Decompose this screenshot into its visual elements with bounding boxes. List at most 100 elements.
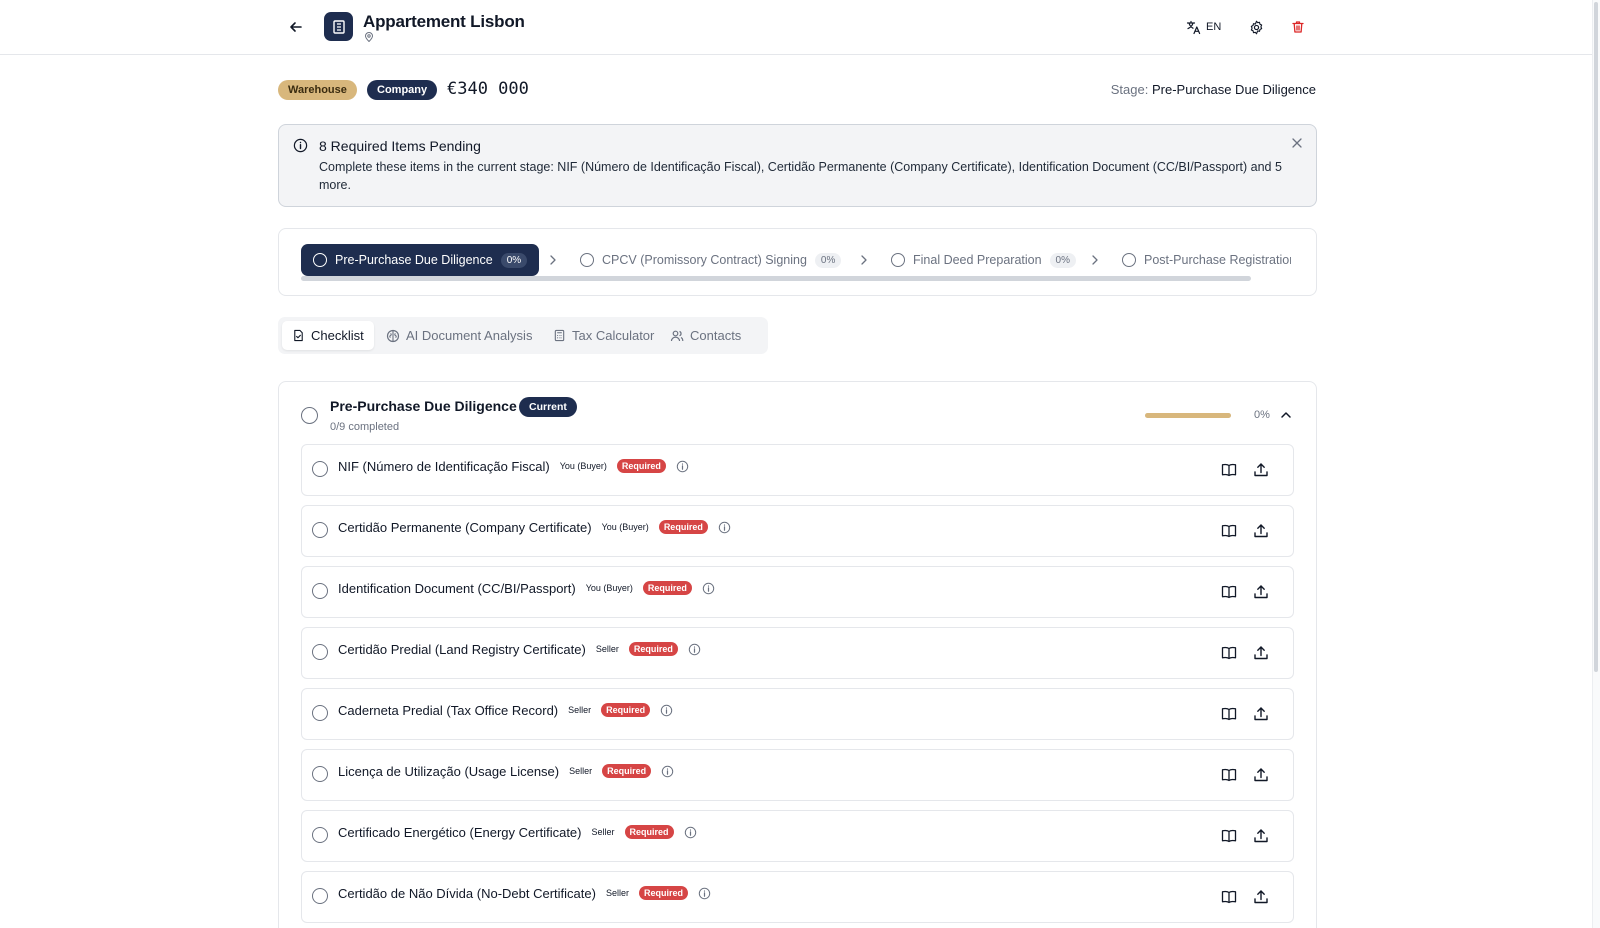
checklist-item: Certidão Permanente (Company Certificate… — [301, 505, 1294, 557]
info-icon[interactable] — [684, 826, 697, 839]
item-checkbox[interactable] — [312, 522, 328, 538]
book-icon[interactable] — [1220, 583, 1238, 601]
info-icon[interactable] — [676, 460, 689, 473]
info-icon[interactable] — [660, 704, 673, 717]
book-icon[interactable] — [1220, 644, 1238, 662]
tab-checklist[interactable]: Checklist — [282, 321, 374, 350]
completed-count: 0/9 completed — [330, 421, 400, 433]
item-title: Certidão Predial (Land Registry Certific… — [338, 641, 586, 657]
tab-tax-calculator[interactable]: Tax Calculator — [543, 321, 664, 350]
checklist-stage-card: Pre-Purchase Due Diligence Current 0/9 c… — [278, 381, 1317, 928]
item-checkbox[interactable] — [312, 583, 328, 599]
required-badge: Required — [658, 520, 708, 534]
delete-button[interactable] — [1288, 17, 1308, 37]
required-badge: Required — [642, 581, 692, 595]
stage-status-icon — [580, 253, 594, 267]
item-checkbox[interactable] — [312, 461, 328, 477]
upload-icon[interactable] — [1252, 461, 1270, 479]
book-icon[interactable] — [1220, 888, 1238, 906]
checklist-item: Certificado Energético (Energy Certifica… — [301, 810, 1294, 862]
book-icon[interactable] — [1220, 461, 1238, 479]
required-badge: Required — [616, 459, 666, 473]
stage-post-purchase-registration[interactable]: Post-Purchase Registration 0% — [1110, 244, 1291, 276]
upload-icon[interactable] — [1252, 583, 1270, 601]
upload-icon[interactable] — [1252, 888, 1270, 906]
item-title: Certificado Energético (Energy Certifica… — [338, 824, 582, 840]
book-icon[interactable] — [1220, 827, 1238, 845]
item-title: NIF (Número de Identificação Fiscal) — [338, 458, 550, 474]
item-owner: Seller — [569, 766, 593, 776]
item-header: Certidão de Não Dívida (No-Debt Certific… — [338, 884, 711, 902]
alert-close-button[interactable] — [1288, 134, 1306, 152]
item-checkbox[interactable] — [312, 766, 328, 782]
upload-icon[interactable] — [1252, 522, 1270, 540]
stage-complete-checkbox[interactable] — [301, 407, 318, 424]
stage-percent: 0% — [1049, 252, 1076, 268]
item-header: NIF (Número de Identificação Fiscal) You… — [338, 457, 689, 475]
item-owner: You (Buyer) — [559, 461, 607, 471]
item-owner: Seller — [568, 705, 592, 715]
checklist-item: Certidão Predial (Land Registry Certific… — [301, 627, 1294, 679]
top-bar: Appartement Lisbon EN — [0, 0, 1600, 55]
tab-contacts[interactable]: Contacts — [660, 321, 751, 350]
page-title: Appartement Lisbon — [363, 12, 525, 31]
upload-icon[interactable] — [1252, 644, 1270, 662]
stage-pre-purchase-due-diligence[interactable]: Pre-Purchase Due Diligence 0% — [301, 244, 540, 276]
stage-final-deed-preparation[interactable]: Final Deed Preparation 0% — [879, 244, 1088, 276]
required-badge: Required — [628, 642, 678, 656]
info-icon[interactable] — [698, 887, 711, 900]
current-stage-badge: Current — [519, 397, 577, 417]
settings-button[interactable] — [1246, 17, 1266, 37]
stage-status-icon — [1122, 253, 1136, 267]
stepper-scrollbar[interactable] — [301, 276, 1251, 281]
item-checkbox[interactable] — [312, 644, 328, 660]
info-icon[interactable] — [718, 521, 731, 534]
info-icon[interactable] — [702, 582, 715, 595]
calculator-icon — [554, 329, 565, 342]
info-icon[interactable] — [661, 765, 674, 778]
chevron-up-icon[interactable] — [1278, 407, 1294, 423]
info-icon — [293, 138, 308, 153]
upload-icon[interactable] — [1252, 827, 1270, 845]
checklist-item: Identification Document (CC/BI/Passport)… — [301, 566, 1294, 618]
upload-icon[interactable] — [1252, 705, 1270, 723]
checklist-item: Licença de Utilização (Usage License) Se… — [301, 749, 1294, 801]
section-tabs: Checklist AI Document Analysis Tax Calcu… — [278, 317, 768, 354]
item-header: Certidão Permanente (Company Certificate… — [338, 518, 731, 536]
back-button[interactable] — [286, 17, 306, 37]
pending-items-alert: 8 Required Items Pending Complete these … — [278, 124, 1317, 207]
item-checkbox[interactable] — [312, 705, 328, 721]
item-owner: You (Buyer) — [585, 583, 633, 593]
stage-progress-fill — [1145, 413, 1231, 418]
app-logo — [324, 12, 353, 41]
stage-stepper: Pre-Purchase Due Diligence 0% CPCV (Prom… — [278, 228, 1317, 296]
item-header: Licença de Utilização (Usage License) Se… — [338, 762, 674, 780]
book-icon[interactable] — [1220, 522, 1238, 540]
required-badge: Required — [638, 886, 688, 900]
book-icon[interactable] — [1220, 705, 1238, 723]
stage-cpcv-signing[interactable]: CPCV (Promissory Contract) Signing 0% — [568, 244, 853, 276]
translate-icon — [1186, 20, 1201, 34]
brain-icon — [386, 329, 400, 342]
current-stage: Stage: Pre-Purchase Due Diligence — [1111, 82, 1316, 97]
item-checkbox[interactable] — [312, 888, 328, 904]
stage-value: Pre-Purchase Due Diligence — [1151, 82, 1316, 97]
tab-ai-document-analysis[interactable]: AI Document Analysis — [376, 321, 542, 350]
stage-percent: 0% — [500, 252, 528, 268]
item-title: Caderneta Predial (Tax Office Record) — [338, 702, 559, 718]
info-icon[interactable] — [688, 643, 701, 656]
map-pin-icon — [364, 32, 374, 42]
owner-type-badge: Company — [367, 80, 438, 100]
item-owner: Seller — [595, 644, 619, 654]
upload-icon[interactable] — [1252, 766, 1270, 784]
book-icon[interactable] — [1220, 766, 1238, 784]
building-icon — [332, 19, 345, 34]
users-icon — [670, 330, 684, 341]
item-checkbox[interactable] — [312, 827, 328, 843]
checklist-item: NIF (Número de Identificação Fiscal) You… — [301, 444, 1294, 496]
stage-list: Pre-Purchase Due Diligence 0% CPCV (Prom… — [301, 244, 1291, 276]
language-selector[interactable]: EN — [1186, 17, 1221, 37]
scrollbar-thumb[interactable] — [1594, 2, 1598, 672]
stage-label: Final Deed Preparation — [913, 253, 1042, 267]
item-owner: You (Buyer) — [601, 522, 649, 532]
